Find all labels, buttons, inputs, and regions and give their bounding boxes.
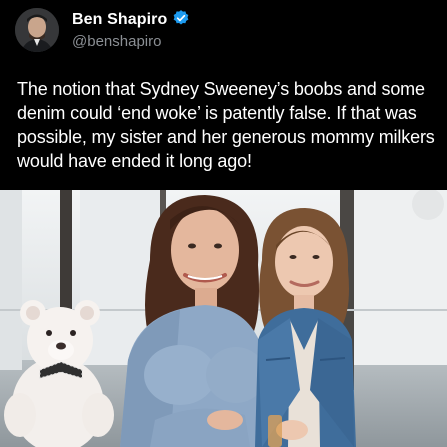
avatar-image [15,8,59,52]
author-display-name[interactable]: Ben Shapiro [72,11,167,29]
verified-badge-icon [172,9,190,32]
tweet-header: Ben Shapiro @benshapiro The notion that … [0,0,447,190]
author-avatar[interactable] [15,8,59,52]
author-handle[interactable]: @benshapiro [72,33,161,50]
tweet-text: The notion that Sydney Sweeney’s boobs a… [17,79,435,171]
author-name-row: Ben Shapiro [72,9,190,31]
woman-right-figure [255,208,356,447]
photo-image [0,190,447,447]
tweet-photo[interactable] [0,190,447,447]
